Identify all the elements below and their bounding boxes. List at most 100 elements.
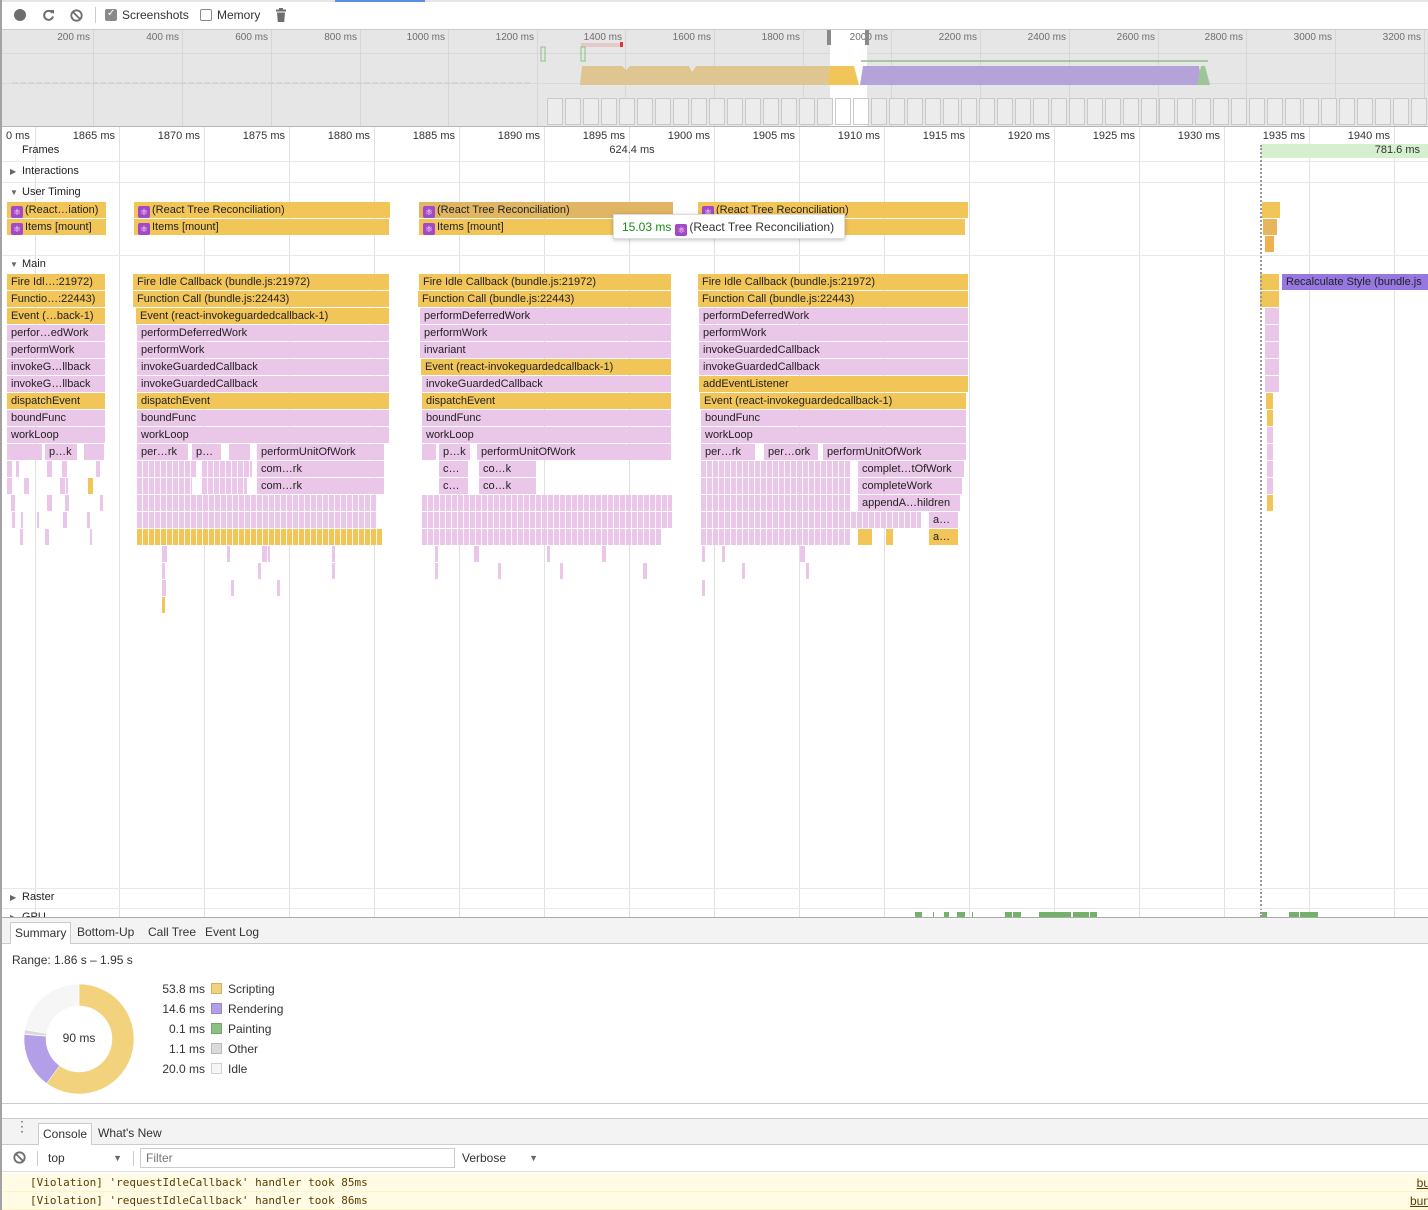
flame-sliver[interactable] bbox=[60, 478, 68, 494]
flame-sliver[interactable] bbox=[12, 512, 15, 528]
flame-sliver[interactable] bbox=[701, 478, 851, 494]
flame-bar[interactable]: p…k bbox=[439, 444, 471, 460]
flame-sliver[interactable] bbox=[45, 529, 49, 545]
screenshot-thumbnail[interactable] bbox=[1231, 98, 1247, 125]
screenshot-thumbnail[interactable] bbox=[1087, 98, 1103, 125]
clear-button[interactable] bbox=[68, 7, 84, 23]
user-timing-bar[interactable] bbox=[1262, 202, 1281, 218]
flame-bar[interactable]: p…k bbox=[45, 444, 78, 460]
flame-bar[interactable] bbox=[1265, 325, 1280, 341]
user-timing-bar[interactable]: ⚛ Items [mount] bbox=[7, 219, 107, 235]
flame-bar[interactable]: Event (react-invokeguardedcallback-1) bbox=[700, 393, 967, 409]
flame-sliver[interactable] bbox=[62, 461, 67, 477]
flame-bar[interactable]: workLoop bbox=[7, 427, 106, 443]
flame-bar[interactable]: invokeGuardedCallback bbox=[699, 342, 969, 358]
screenshot-thumbnail[interactable] bbox=[961, 98, 977, 125]
flame-bar[interactable] bbox=[886, 529, 894, 545]
overview-right-handle[interactable] bbox=[865, 30, 869, 45]
flame-sliver[interactable] bbox=[232, 461, 252, 477]
flame-sliver[interactable] bbox=[202, 478, 247, 494]
flame-sliver[interactable] bbox=[21, 512, 23, 528]
flame-bar[interactable] bbox=[229, 444, 251, 460]
clear-console-button[interactable] bbox=[13, 1151, 26, 1167]
flame-bar[interactable]: Function Call (bundle.js:22443) bbox=[698, 291, 969, 307]
flame-sliver[interactable] bbox=[702, 546, 705, 562]
flame-sliver[interactable] bbox=[422, 512, 672, 528]
reload-button[interactable] bbox=[40, 7, 56, 23]
screenshot-thumbnail[interactable] bbox=[1195, 98, 1211, 125]
flame-bar[interactable]: performUnitOfWork bbox=[477, 444, 672, 460]
flame-bar[interactable]: performUnitOfWork bbox=[823, 444, 967, 460]
flame-sliver[interactable] bbox=[701, 529, 851, 545]
flame-sliver[interactable] bbox=[162, 563, 165, 579]
flame-sliver[interactable] bbox=[47, 461, 53, 477]
flame-bar[interactable]: Recalculate Style (bundle.js bbox=[1282, 274, 1428, 290]
flame-bar[interactable]: boundFunc bbox=[7, 410, 106, 426]
screenshot-thumbnail[interactable] bbox=[1303, 98, 1319, 125]
screenshot-thumbnail[interactable] bbox=[1357, 98, 1373, 125]
flame-sliver[interactable] bbox=[90, 529, 92, 545]
flame-sliver[interactable] bbox=[262, 546, 270, 562]
flame-bar[interactable]: Event (react-invokeguardedcallback-1) bbox=[136, 308, 390, 324]
memory-checkbox[interactable] bbox=[200, 9, 212, 21]
flame-bar[interactable] bbox=[1267, 444, 1274, 460]
flame-sliver[interactable] bbox=[88, 478, 93, 494]
screenshot-thumbnail[interactable] bbox=[925, 98, 941, 125]
flame-bar[interactable]: invariant bbox=[420, 342, 672, 358]
screenshot-thumbnail[interactable] bbox=[1051, 98, 1067, 125]
screenshot-thumbnail[interactable] bbox=[1375, 98, 1391, 125]
log-level-selector[interactable]: Verbose ▼ bbox=[462, 1148, 542, 1168]
flame-bar[interactable]: invokeGuardedCallback bbox=[137, 376, 390, 392]
flame-bar[interactable]: invokeG…llback bbox=[7, 359, 106, 375]
screenshot-thumbnail[interactable] bbox=[889, 98, 905, 125]
flame-sliver[interactable] bbox=[47, 495, 52, 511]
flame-sliver[interactable] bbox=[137, 461, 197, 477]
flame-bar[interactable]: invokeGuardedCallback bbox=[699, 359, 969, 375]
flame-bar[interactable]: invokeGuardedCallback bbox=[137, 359, 390, 375]
flame-bar[interactable]: complet…tOfWork bbox=[858, 461, 965, 477]
screenshot-thumbnail[interactable] bbox=[1411, 98, 1427, 125]
flame-bar[interactable] bbox=[1267, 410, 1274, 426]
screenshot-thumbnail[interactable] bbox=[1177, 98, 1193, 125]
screenshot-thumbnail[interactable] bbox=[853, 98, 869, 125]
raster-track-label[interactable]: ▶ Raster bbox=[10, 891, 54, 903]
flame-sliver[interactable] bbox=[701, 461, 851, 477]
flame-sliver[interactable] bbox=[602, 546, 606, 562]
flame-bar[interactable]: per…rk bbox=[701, 444, 756, 460]
screenshot-thumbnail[interactable] bbox=[1123, 98, 1139, 125]
flame-sliver[interactable] bbox=[742, 563, 745, 579]
flame-bar[interactable]: Event (react-invokeguardedcallback-1) bbox=[421, 359, 672, 375]
screenshot-thumbnail[interactable] bbox=[745, 98, 761, 125]
flame-bar[interactable]: Event (…back-1) bbox=[7, 308, 106, 324]
screenshot-thumbnail[interactable] bbox=[907, 98, 923, 125]
message-source-link[interactable]: bu bbox=[1417, 1174, 1428, 1192]
screenshot-thumbnail[interactable] bbox=[1339, 98, 1355, 125]
user-timing-bar[interactable]: ⚛ (React…iation) bbox=[7, 202, 107, 218]
flame-bar[interactable]: Fire Idle Callback (bundle.js:21972) bbox=[419, 274, 672, 290]
screenshot-thumbnail[interactable] bbox=[1033, 98, 1049, 125]
screenshot-thumbnail[interactable] bbox=[1105, 98, 1121, 125]
flame-bar[interactable]: a… bbox=[929, 529, 959, 545]
flame-bar[interactable]: Fire Idle Callback (bundle.js:21972) bbox=[133, 274, 390, 290]
flame-sliver[interactable] bbox=[137, 495, 377, 511]
flame-bar[interactable]: performWork bbox=[7, 342, 106, 358]
flame-bar[interactable]: workLoop bbox=[701, 427, 967, 443]
screenshot-thumbnail[interactable] bbox=[709, 98, 725, 125]
flame-bar[interactable]: Functio…:22443) bbox=[7, 291, 106, 307]
flame-sliver[interactable] bbox=[800, 546, 805, 562]
screenshot-thumbnail[interactable] bbox=[1267, 98, 1283, 125]
context-selector[interactable]: top ▼ bbox=[42, 1148, 128, 1168]
flame-sliver[interactable] bbox=[137, 529, 382, 545]
screenshot-thumbnail[interactable] bbox=[835, 98, 851, 125]
flame-bar[interactable]: per…ork bbox=[764, 444, 819, 460]
flame-sliver[interactable] bbox=[20, 529, 23, 545]
flame-sliver[interactable] bbox=[11, 495, 15, 511]
flame-sliver[interactable] bbox=[547, 546, 550, 562]
flame-bar[interactable]: invokeG…llback bbox=[7, 376, 106, 392]
screenshot-thumbnail[interactable] bbox=[1213, 98, 1229, 125]
user-timing-track-label[interactable]: ▼ User Timing bbox=[10, 186, 81, 198]
flame-bar[interactable]: c… bbox=[439, 478, 469, 494]
flame-bar[interactable]: Function Call (bundle.js:22443) bbox=[418, 291, 672, 307]
screenshot-thumbnail[interactable] bbox=[817, 98, 833, 125]
flame-sliver[interactable] bbox=[435, 563, 438, 579]
